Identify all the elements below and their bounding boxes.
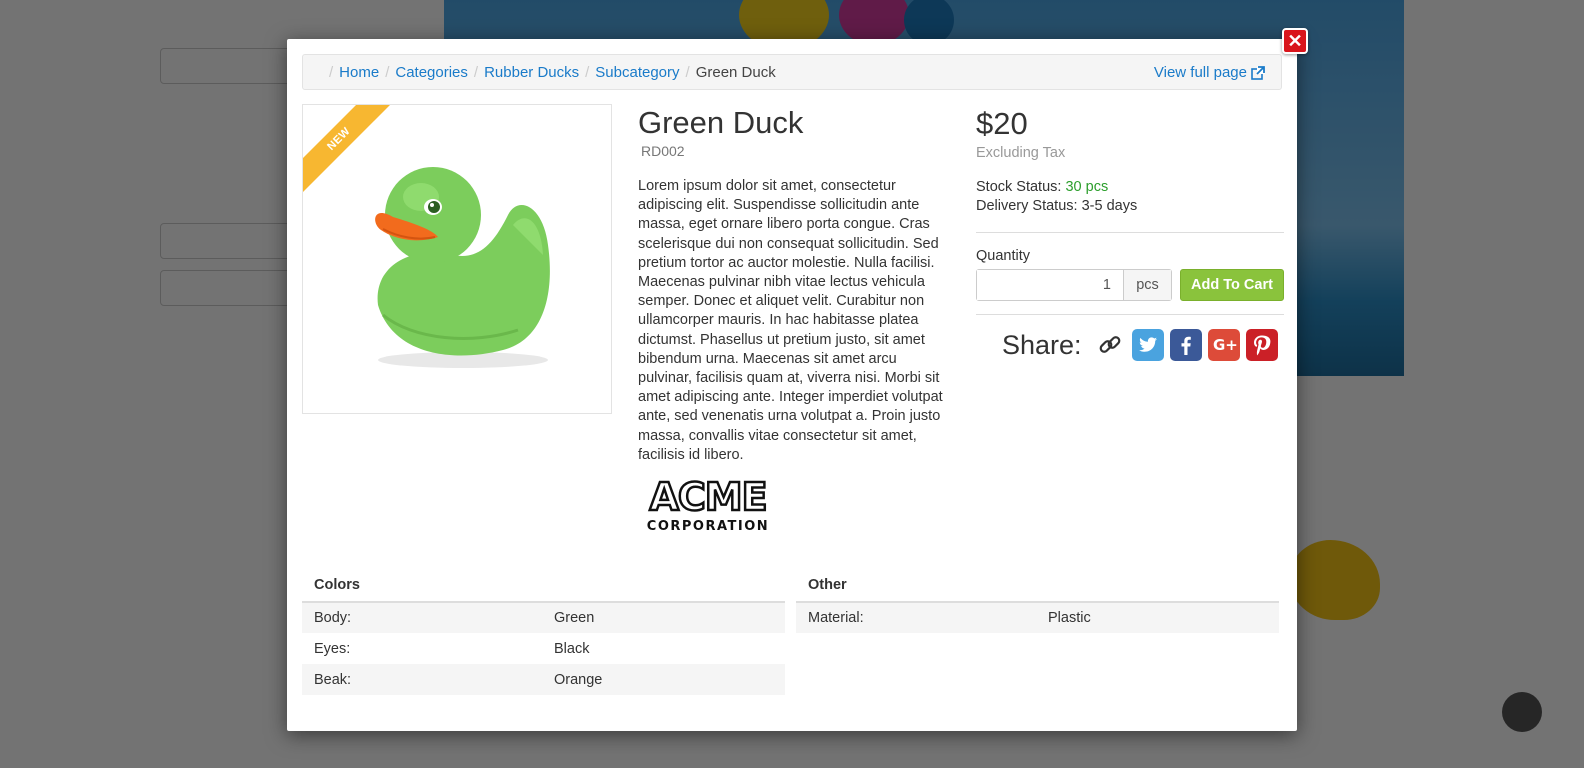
quantity-unit: pcs (1123, 270, 1171, 300)
spec-key: Material: (796, 602, 1036, 633)
table-row: Material: Plastic (796, 602, 1279, 633)
view-full-page-link[interactable]: View full page (1154, 64, 1265, 81)
pinterest-icon[interactable] (1245, 329, 1278, 361)
breadcrumb-separator: / (473, 63, 479, 81)
product-quickview-modal: / Home / Categories / Rubber Ducks / Sub… (287, 39, 1297, 731)
view-full-page-label: View full page (1153, 64, 1247, 81)
logo-name: ACME (649, 475, 766, 519)
breadcrumb-separator: / (385, 63, 390, 81)
breadcrumb-separator: / (585, 63, 590, 81)
breadcrumb: / Home / Categories / Rubber Ducks / Sub… (302, 54, 1282, 90)
stock-status: Stock Status: 30 pcs (976, 179, 1108, 195)
svg-text:G+: G+ (1213, 336, 1237, 354)
breadcrumb-home[interactable]: Home (339, 64, 379, 81)
delivery-status-label: Delivery Status: (976, 198, 1078, 214)
google-plus-icon[interactable]: G+ (1207, 329, 1240, 361)
quantity-input[interactable] (977, 270, 1123, 300)
spec-key: Body: (302, 602, 542, 633)
spec-key: Beak: (302, 664, 542, 695)
spec-value: Orange (542, 664, 785, 695)
close-button[interactable]: ✕ (1282, 28, 1308, 54)
product-title: Green Duck (638, 105, 804, 140)
add-to-cart-button[interactable]: Add To Cart (1180, 269, 1284, 301)
quantity-group: pcs (976, 269, 1172, 301)
stock-status-value: 30 pcs (1065, 179, 1109, 195)
spec-value: Plastic (1036, 602, 1279, 633)
spec-value: Black (554, 640, 590, 657)
breadcrumb-rubber-ducks[interactable]: Rubber Ducks (484, 64, 579, 81)
quantity-label: Quantity (976, 248, 1030, 264)
delivery-status: Delivery Status: 3-5 days (976, 198, 1137, 214)
product-image[interactable]: NEW (302, 104, 612, 414)
breadcrumb-separator: / (329, 63, 334, 81)
product-price: $20 (976, 106, 1028, 141)
product-description: Lorem ipsum dolor sit amet, consectetur … (638, 178, 943, 463)
table-row: Beak: Orange (302, 664, 785, 695)
product-sku: RD002 (641, 143, 685, 159)
external-link-icon (1251, 65, 1265, 80)
table-row: Eyes: Black (302, 633, 785, 664)
facebook-icon[interactable] (1169, 329, 1202, 361)
spec-key: Eyes: (314, 640, 351, 657)
other-heading: Other (796, 569, 1279, 603)
colors-spec-table: Colors Body: Green Eyes: Black Beak: Ora… (302, 569, 785, 695)
breadcrumb-current: Green Duck (695, 63, 776, 81)
twitter-icon[interactable] (1131, 329, 1164, 361)
breadcrumb-categories[interactable]: Categories (395, 64, 468, 81)
colors-heading: Colors (302, 569, 785, 603)
green-duck-image (375, 167, 550, 368)
link-icon[interactable] (1094, 329, 1126, 361)
breadcrumb-separator: / (685, 63, 690, 81)
delivery-status-value: 3-5 days (1081, 198, 1138, 214)
divider (976, 314, 1284, 315)
divider (976, 232, 1284, 233)
table-row: Body: Green (302, 602, 785, 633)
logo-subtitle: CORPORATION (647, 519, 769, 534)
share-label: Share: (1002, 329, 1082, 360)
breadcrumb-subcategory[interactable]: Subcategory (595, 64, 679, 81)
stock-status-label: Stock Status: (976, 179, 1062, 195)
spec-value: Green (542, 602, 785, 633)
other-spec-table: Other Material: Plastic (796, 569, 1279, 633)
tax-note: Excluding Tax (976, 145, 1066, 161)
share-bar: Share: G+ (1002, 329, 1278, 361)
manufacturer-logo[interactable]: ACME CORPORATION (638, 474, 778, 536)
